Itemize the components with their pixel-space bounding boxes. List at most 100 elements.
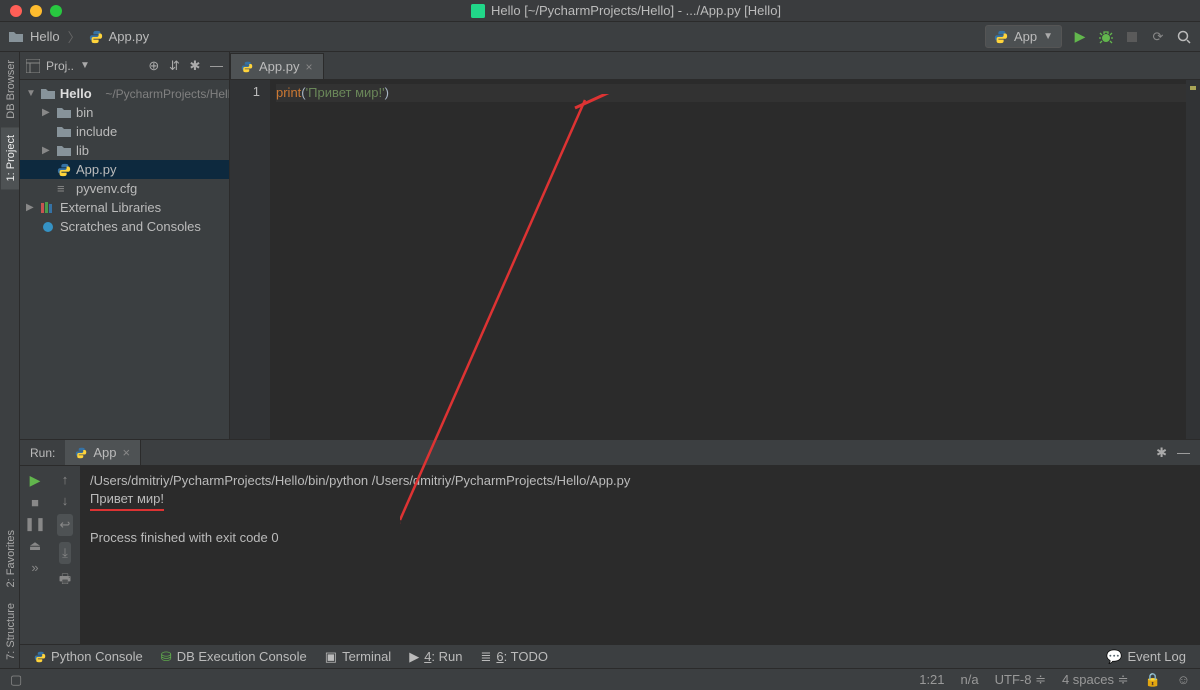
editor-right-gutter: [1186, 80, 1200, 439]
code-editor[interactable]: 1 print('Привет мир!'): [230, 80, 1200, 439]
sidebar-tab-db-browser[interactable]: DB Browser: [1, 52, 19, 127]
editor-area: App.py × 1 print('Привет мир!'): [230, 52, 1200, 439]
main-area: Proj.. ▼ ⊕ ⇵ ✱ — ▼ Hello ~/PycharmProjec…: [20, 52, 1200, 668]
pause-icon[interactable]: ❚❚: [24, 516, 46, 532]
tree-scratches[interactable]: Scratches and Consoles: [20, 217, 229, 236]
bottom-tool-tabs: Python Console ⛁DB Execution Console ▣Te…: [20, 644, 1200, 668]
run-button[interactable]: ▶: [1072, 29, 1088, 45]
run-config-name: App: [1014, 29, 1037, 44]
zoom-window-icon[interactable]: [50, 5, 62, 17]
tree-item[interactable]: ▶bin: [20, 103, 229, 122]
pycharm-icon: [471, 4, 485, 18]
encoding[interactable]: UTF-8 ≑: [995, 672, 1046, 688]
run-tab[interactable]: App ×: [65, 440, 141, 465]
line-gutter: 1: [230, 80, 270, 439]
collapse-icon[interactable]: ⇵: [169, 58, 180, 73]
run-config-picker[interactable]: App ▼: [985, 25, 1062, 48]
breadcrumb: Hello 〉 App.py: [8, 27, 149, 46]
line-sep[interactable]: n/a: [961, 672, 979, 687]
title-bar: Hello [~/PycharmProjects/Hello] - .../Ap…: [0, 0, 1200, 22]
console-exit: Process finished with exit code 0: [90, 529, 1190, 547]
sidebar-tab-structure[interactable]: 7: Structure: [1, 595, 19, 668]
folder-icon: [41, 88, 55, 100]
stop-button[interactable]: ■: [31, 495, 39, 510]
hide-icon[interactable]: —: [1177, 445, 1190, 461]
debug-button[interactable]: [1098, 29, 1114, 45]
tree-item-selected[interactable]: App.py: [20, 160, 229, 179]
python-file-icon: [241, 61, 253, 73]
exit-icon[interactable]: ⏏: [29, 538, 41, 554]
run-console[interactable]: /Users/dmitriy/PycharmProjects/Hello/bin…: [80, 466, 1200, 644]
tab-todo[interactable]: ≣6: TODO: [481, 649, 548, 665]
breadcrumb-file[interactable]: App.py: [109, 29, 149, 44]
tree-item[interactable]: include: [20, 122, 229, 141]
soft-wrap-icon[interactable]: ↩: [57, 514, 74, 536]
project-view-icon: [26, 59, 40, 73]
tree-external-libs[interactable]: ▶External Libraries: [20, 198, 229, 217]
project-panel-header: Proj.. ▼ ⊕ ⇵ ✱ —: [20, 52, 229, 80]
indent[interactable]: 4 spaces ≑: [1062, 672, 1129, 688]
gear-icon[interactable]: ✱: [189, 58, 200, 73]
git-update-icon[interactable]: ⟳: [1150, 29, 1166, 45]
stop-button[interactable]: [1124, 29, 1140, 45]
tree-root-path: ~/PycharmProjects/Hello: [105, 87, 229, 101]
status-bar: ▢ 1:21 n/a UTF-8 ≑ 4 spaces ≑ 🔒 ☺: [0, 668, 1200, 690]
python-file-icon: [89, 30, 103, 44]
left-tool-strip: DB Browser 1: Project 2: Favorites 7: St…: [0, 52, 20, 668]
breadcrumb-root[interactable]: Hello: [30, 29, 60, 44]
readonly-lock-icon[interactable]: 🔒: [1145, 672, 1161, 688]
editor-tab-label: App.py: [259, 59, 299, 74]
hide-icon[interactable]: —: [210, 58, 223, 73]
dump-icon[interactable]: »: [31, 560, 38, 575]
project-panel-tools: ⊕ ⇵ ✱ —: [142, 58, 223, 74]
run-mid-toolbar: ↑ ↓ ↩ ⤓ 🖶: [50, 466, 80, 644]
editor-tabs: App.py ×: [230, 52, 1200, 80]
search-icon[interactable]: [1176, 29, 1192, 45]
run-tool-window: Run: App × ✱ — ▶ ■ ❚❚ ⏏ » ↑ ↓ ↩: [20, 439, 1200, 644]
python-icon: [994, 30, 1008, 44]
inspections-icon[interactable]: ☺: [1177, 672, 1190, 687]
tab-run[interactable]: ▶4: Run: [409, 649, 462, 665]
line-number: 1: [230, 84, 260, 99]
project-panel: Proj.. ▼ ⊕ ⇵ ✱ — ▼ Hello ~/PycharmProjec…: [20, 52, 230, 439]
code-text-area[interactable]: print('Привет мир!'): [270, 80, 1186, 439]
inspection-marker[interactable]: [1190, 86, 1196, 90]
target-icon[interactable]: ⊕: [148, 58, 159, 73]
down-icon[interactable]: ↓: [62, 493, 69, 508]
close-tab-icon[interactable]: ×: [305, 60, 312, 74]
tree-item[interactable]: ≡pyvenv.cfg: [20, 179, 229, 198]
project-tree: ▼ Hello ~/PycharmProjects/Hello ▶bin inc…: [20, 80, 229, 439]
tab-terminal[interactable]: ▣Terminal: [325, 649, 391, 665]
breadcrumb-separator: 〉: [68, 27, 81, 46]
close-tab-icon[interactable]: ×: [123, 445, 131, 460]
sidebar-tab-project[interactable]: 1: Project: [1, 127, 19, 189]
cursor-position[interactable]: 1:21: [919, 672, 944, 687]
scroll-end-icon[interactable]: ⤓: [59, 542, 71, 564]
gear-icon[interactable]: ✱: [1156, 445, 1167, 461]
run-panel-header: Run: App × ✱ —: [20, 440, 1200, 466]
up-icon[interactable]: ↑: [62, 472, 69, 487]
tab-db-console[interactable]: ⛁DB Execution Console: [161, 649, 307, 665]
tab-event-log[interactable]: 💬Event Log: [1106, 649, 1186, 665]
chevron-down-icon[interactable]: ▼: [80, 60, 90, 71]
minimize-window-icon[interactable]: [30, 5, 42, 17]
window-title: Hello [~/PycharmProjects/Hello] - .../Ap…: [62, 3, 1190, 18]
toolbar-right: App ▼ ▶ ⟳: [985, 25, 1192, 48]
editor-tab[interactable]: App.py ×: [230, 53, 324, 79]
window-controls: [10, 5, 62, 17]
rerun-button[interactable]: ▶: [30, 472, 41, 489]
tree-item[interactable]: ▶lib: [20, 141, 229, 160]
tree-root[interactable]: ▼ Hello ~/PycharmProjects/Hello: [20, 84, 229, 103]
run-tab-label: App: [93, 445, 116, 460]
print-icon[interactable]: 🖶: [59, 570, 71, 592]
run-left-toolbar: ▶ ■ ❚❚ ⏏ »: [20, 466, 50, 644]
chevron-down-icon: ▼: [1043, 31, 1053, 42]
close-window-icon[interactable]: [10, 5, 22, 17]
status-windows-icon[interactable]: ▢: [10, 672, 22, 688]
project-header-label[interactable]: Proj..: [46, 59, 74, 73]
python-icon: [75, 447, 87, 459]
window-title-text: Hello [~/PycharmProjects/Hello] - .../Ap…: [491, 3, 781, 18]
tab-python-console[interactable]: Python Console: [34, 649, 143, 664]
tree-root-name: Hello: [60, 86, 92, 101]
sidebar-tab-favorites[interactable]: 2: Favorites: [1, 522, 19, 595]
